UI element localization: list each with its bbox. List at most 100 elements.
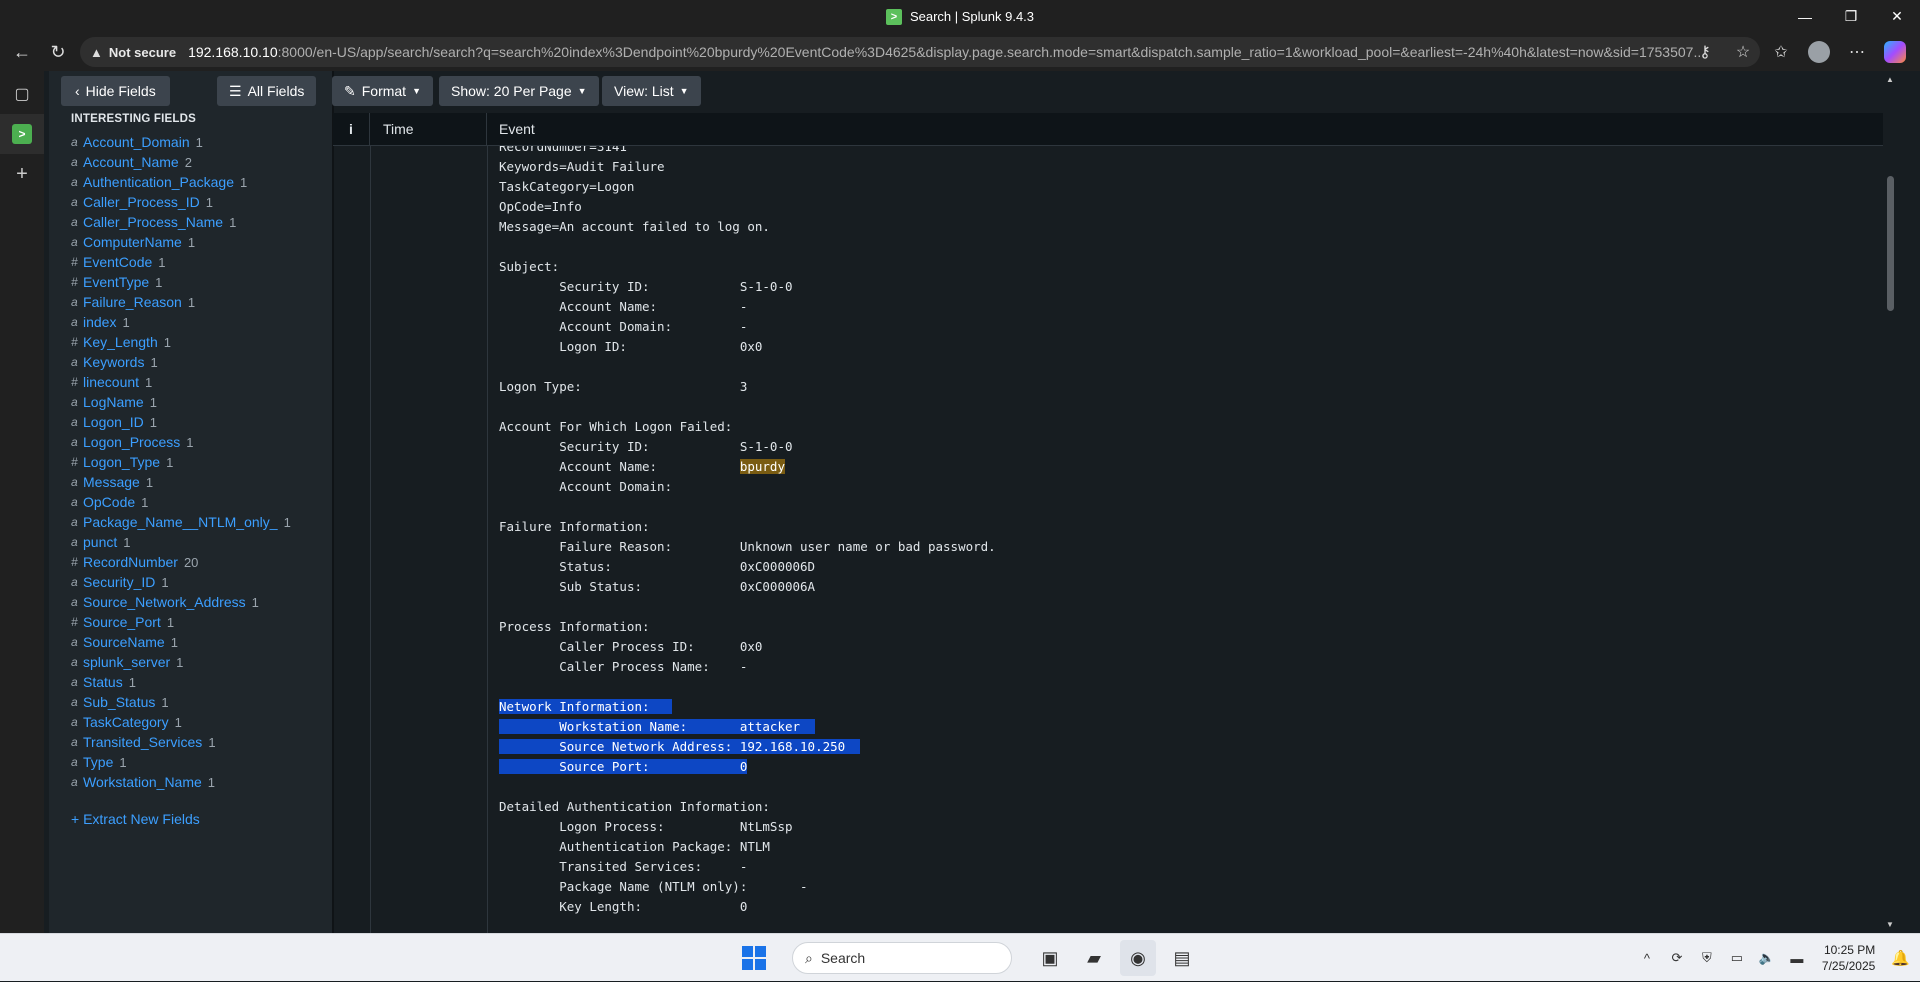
- field-name-link[interactable]: EventType: [83, 274, 149, 290]
- field-name-link[interactable]: EventCode: [83, 254, 152, 270]
- taskbar-search-box[interactable]: ⌕ Search: [792, 942, 1012, 974]
- info-column-header[interactable]: i: [333, 113, 370, 145]
- address-bar[interactable]: ▲ Not secure 192.168.10.10:8000/en-US/ap…: [80, 37, 1760, 67]
- format-dropdown[interactable]: ✎ Format ▼: [332, 76, 433, 106]
- scroll-thumb[interactable]: [1887, 176, 1894, 311]
- field-item[interactable]: a Status 1: [71, 672, 326, 692]
- show-per-page-dropdown[interactable]: Show: 20 Per Page ▼: [439, 76, 599, 106]
- file-explorer-app-icon[interactable]: ▰: [1076, 940, 1112, 976]
- new-tab-button[interactable]: +: [0, 154, 44, 194]
- field-item[interactable]: # Key_Length 1: [71, 332, 326, 352]
- field-name-link[interactable]: Account_Name: [83, 154, 179, 170]
- page-scrollbar[interactable]: ▲ ▼: [1883, 71, 1897, 933]
- field-name-link[interactable]: index: [83, 314, 116, 330]
- reload-button[interactable]: ↻: [40, 36, 76, 68]
- notification-bell-icon[interactable]: 🔔: [1891, 949, 1910, 967]
- field-item[interactable]: a Logon_ID 1: [71, 412, 326, 432]
- field-item[interactable]: a Caller_Process_ID 1: [71, 192, 326, 212]
- tab-actions-icon[interactable]: ▢: [0, 74, 44, 114]
- field-name-link[interactable]: Logon_Process: [83, 434, 180, 450]
- selected-text[interactable]: Source Network Address: 192.168.10.250: [499, 739, 861, 754]
- tab-splunk-search[interactable]: >: [0, 114, 44, 154]
- field-item[interactable]: # EventCode 1: [71, 252, 326, 272]
- field-name-link[interactable]: SourceName: [83, 634, 165, 650]
- field-name-link[interactable]: Key_Length: [83, 334, 158, 350]
- battery-icon[interactable]: ▬: [1786, 951, 1808, 966]
- field-item[interactable]: # RecordNumber 20: [71, 552, 326, 572]
- field-name-link[interactable]: OpCode: [83, 494, 135, 510]
- field-item[interactable]: a Sub_Status 1: [71, 692, 326, 712]
- restore-button[interactable]: ❐: [1828, 0, 1874, 33]
- field-name-link[interactable]: Logon_ID: [83, 414, 144, 430]
- field-item[interactable]: # Source_Port 1: [71, 612, 326, 632]
- copilot-button[interactable]: [1878, 37, 1912, 67]
- field-item[interactable]: a Package_Name__NTLM_only_ 1: [71, 512, 326, 532]
- field-name-link[interactable]: ComputerName: [83, 234, 182, 250]
- view-dropdown[interactable]: View: List ▼: [602, 76, 701, 106]
- scroll-down-arrow-icon[interactable]: ▼: [1886, 920, 1894, 929]
- field-item[interactable]: a splunk_server 1: [71, 652, 326, 672]
- selected-text[interactable]: Workstation Name: attacker: [499, 719, 816, 734]
- extract-new-fields-link[interactable]: + Extract New Fields: [71, 811, 200, 827]
- field-name-link[interactable]: Source_Port: [83, 614, 161, 630]
- selected-text[interactable]: Source Port: 0: [499, 759, 748, 774]
- profile-button[interactable]: [1802, 37, 1836, 67]
- field-item[interactable]: a Type 1: [71, 752, 326, 772]
- field-name-link[interactable]: punct: [83, 534, 117, 550]
- field-item[interactable]: a Workstation_Name 1: [71, 772, 326, 792]
- field-item[interactable]: a Logon_Process 1: [71, 432, 326, 452]
- field-name-link[interactable]: TaskCategory: [83, 714, 169, 730]
- field-item[interactable]: # linecount 1: [71, 372, 326, 392]
- field-item[interactable]: a Failure_Reason 1: [71, 292, 326, 312]
- field-name-link[interactable]: Transited_Services: [83, 734, 202, 750]
- all-fields-button[interactable]: ☰ All Fields: [217, 76, 317, 106]
- field-name-link[interactable]: Sub_Status: [83, 694, 155, 710]
- clock[interactable]: 10:25 PM 7/25/2025: [1822, 942, 1875, 974]
- star-icon[interactable]: ☆: [1726, 37, 1760, 67]
- field-item[interactable]: a Message 1: [71, 472, 326, 492]
- back-button[interactable]: ←: [4, 36, 40, 68]
- field-item[interactable]: a OpCode 1: [71, 492, 326, 512]
- favorites-icon[interactable]: ✩: [1764, 37, 1798, 67]
- not-secure-label[interactable]: Not secure: [109, 45, 176, 60]
- field-item[interactable]: a punct 1: [71, 532, 326, 552]
- field-item[interactable]: a SourceName 1: [71, 632, 326, 652]
- close-window-button[interactable]: ✕: [1874, 0, 1920, 33]
- field-name-link[interactable]: Source_Network_Address: [83, 594, 246, 610]
- field-name-link[interactable]: Authentication_Package: [83, 174, 234, 190]
- selected-text[interactable]: Network Information:: [499, 699, 673, 714]
- time-column-header[interactable]: Time: [370, 113, 487, 145]
- field-name-link[interactable]: splunk_server: [83, 654, 170, 670]
- field-item[interactable]: a ComputerName 1: [71, 232, 326, 252]
- minimize-button[interactable]: —: [1782, 0, 1828, 33]
- field-item[interactable]: a Caller_Process_Name 1: [71, 212, 326, 232]
- field-name-link[interactable]: Status: [83, 674, 123, 690]
- field-name-link[interactable]: RecordNumber: [83, 554, 178, 570]
- field-item[interactable]: a Keywords 1: [71, 352, 326, 372]
- field-item[interactable]: a index 1: [71, 312, 326, 332]
- field-name-link[interactable]: Logon_Type: [83, 454, 160, 470]
- field-name-link[interactable]: Caller_Process_ID: [83, 194, 200, 210]
- field-item[interactable]: a Security_ID 1: [71, 572, 326, 592]
- vpn-icon[interactable]: ⛨: [1696, 950, 1718, 966]
- field-name-link[interactable]: Account_Domain: [83, 134, 190, 150]
- update-icon[interactable]: ⟳: [1666, 950, 1688, 966]
- network-icon[interactable]: ▭: [1726, 950, 1748, 966]
- hide-fields-button[interactable]: ‹ Hide Fields: [61, 76, 170, 106]
- field-name-link[interactable]: linecount: [83, 374, 139, 390]
- field-name-link[interactable]: Security_ID: [83, 574, 155, 590]
- search-term-highlight[interactable]: bpurdy: [739, 459, 785, 474]
- field-name-link[interactable]: Keywords: [83, 354, 144, 370]
- remote-desktop-app-icon[interactable]: ▤: [1164, 940, 1200, 976]
- field-item[interactable]: a Account_Name 2: [71, 152, 326, 172]
- event-raw-text[interactable]: RecordNumber=3141 Keywords=Audit Failure T…: [499, 146, 996, 917]
- field-item[interactable]: a LogName 1: [71, 392, 326, 412]
- field-name-link[interactable]: Workstation_Name: [83, 774, 202, 790]
- field-item[interactable]: a Account_Domain 1: [71, 132, 326, 152]
- volume-icon[interactable]: 🔈: [1756, 950, 1778, 966]
- start-button-icon[interactable]: [742, 946, 766, 970]
- field-name-link[interactable]: LogName: [83, 394, 144, 410]
- key-icon[interactable]: ⚷: [1688, 37, 1722, 67]
- field-item[interactable]: a Authentication_Package 1: [71, 172, 326, 192]
- field-name-link[interactable]: Message: [83, 474, 140, 490]
